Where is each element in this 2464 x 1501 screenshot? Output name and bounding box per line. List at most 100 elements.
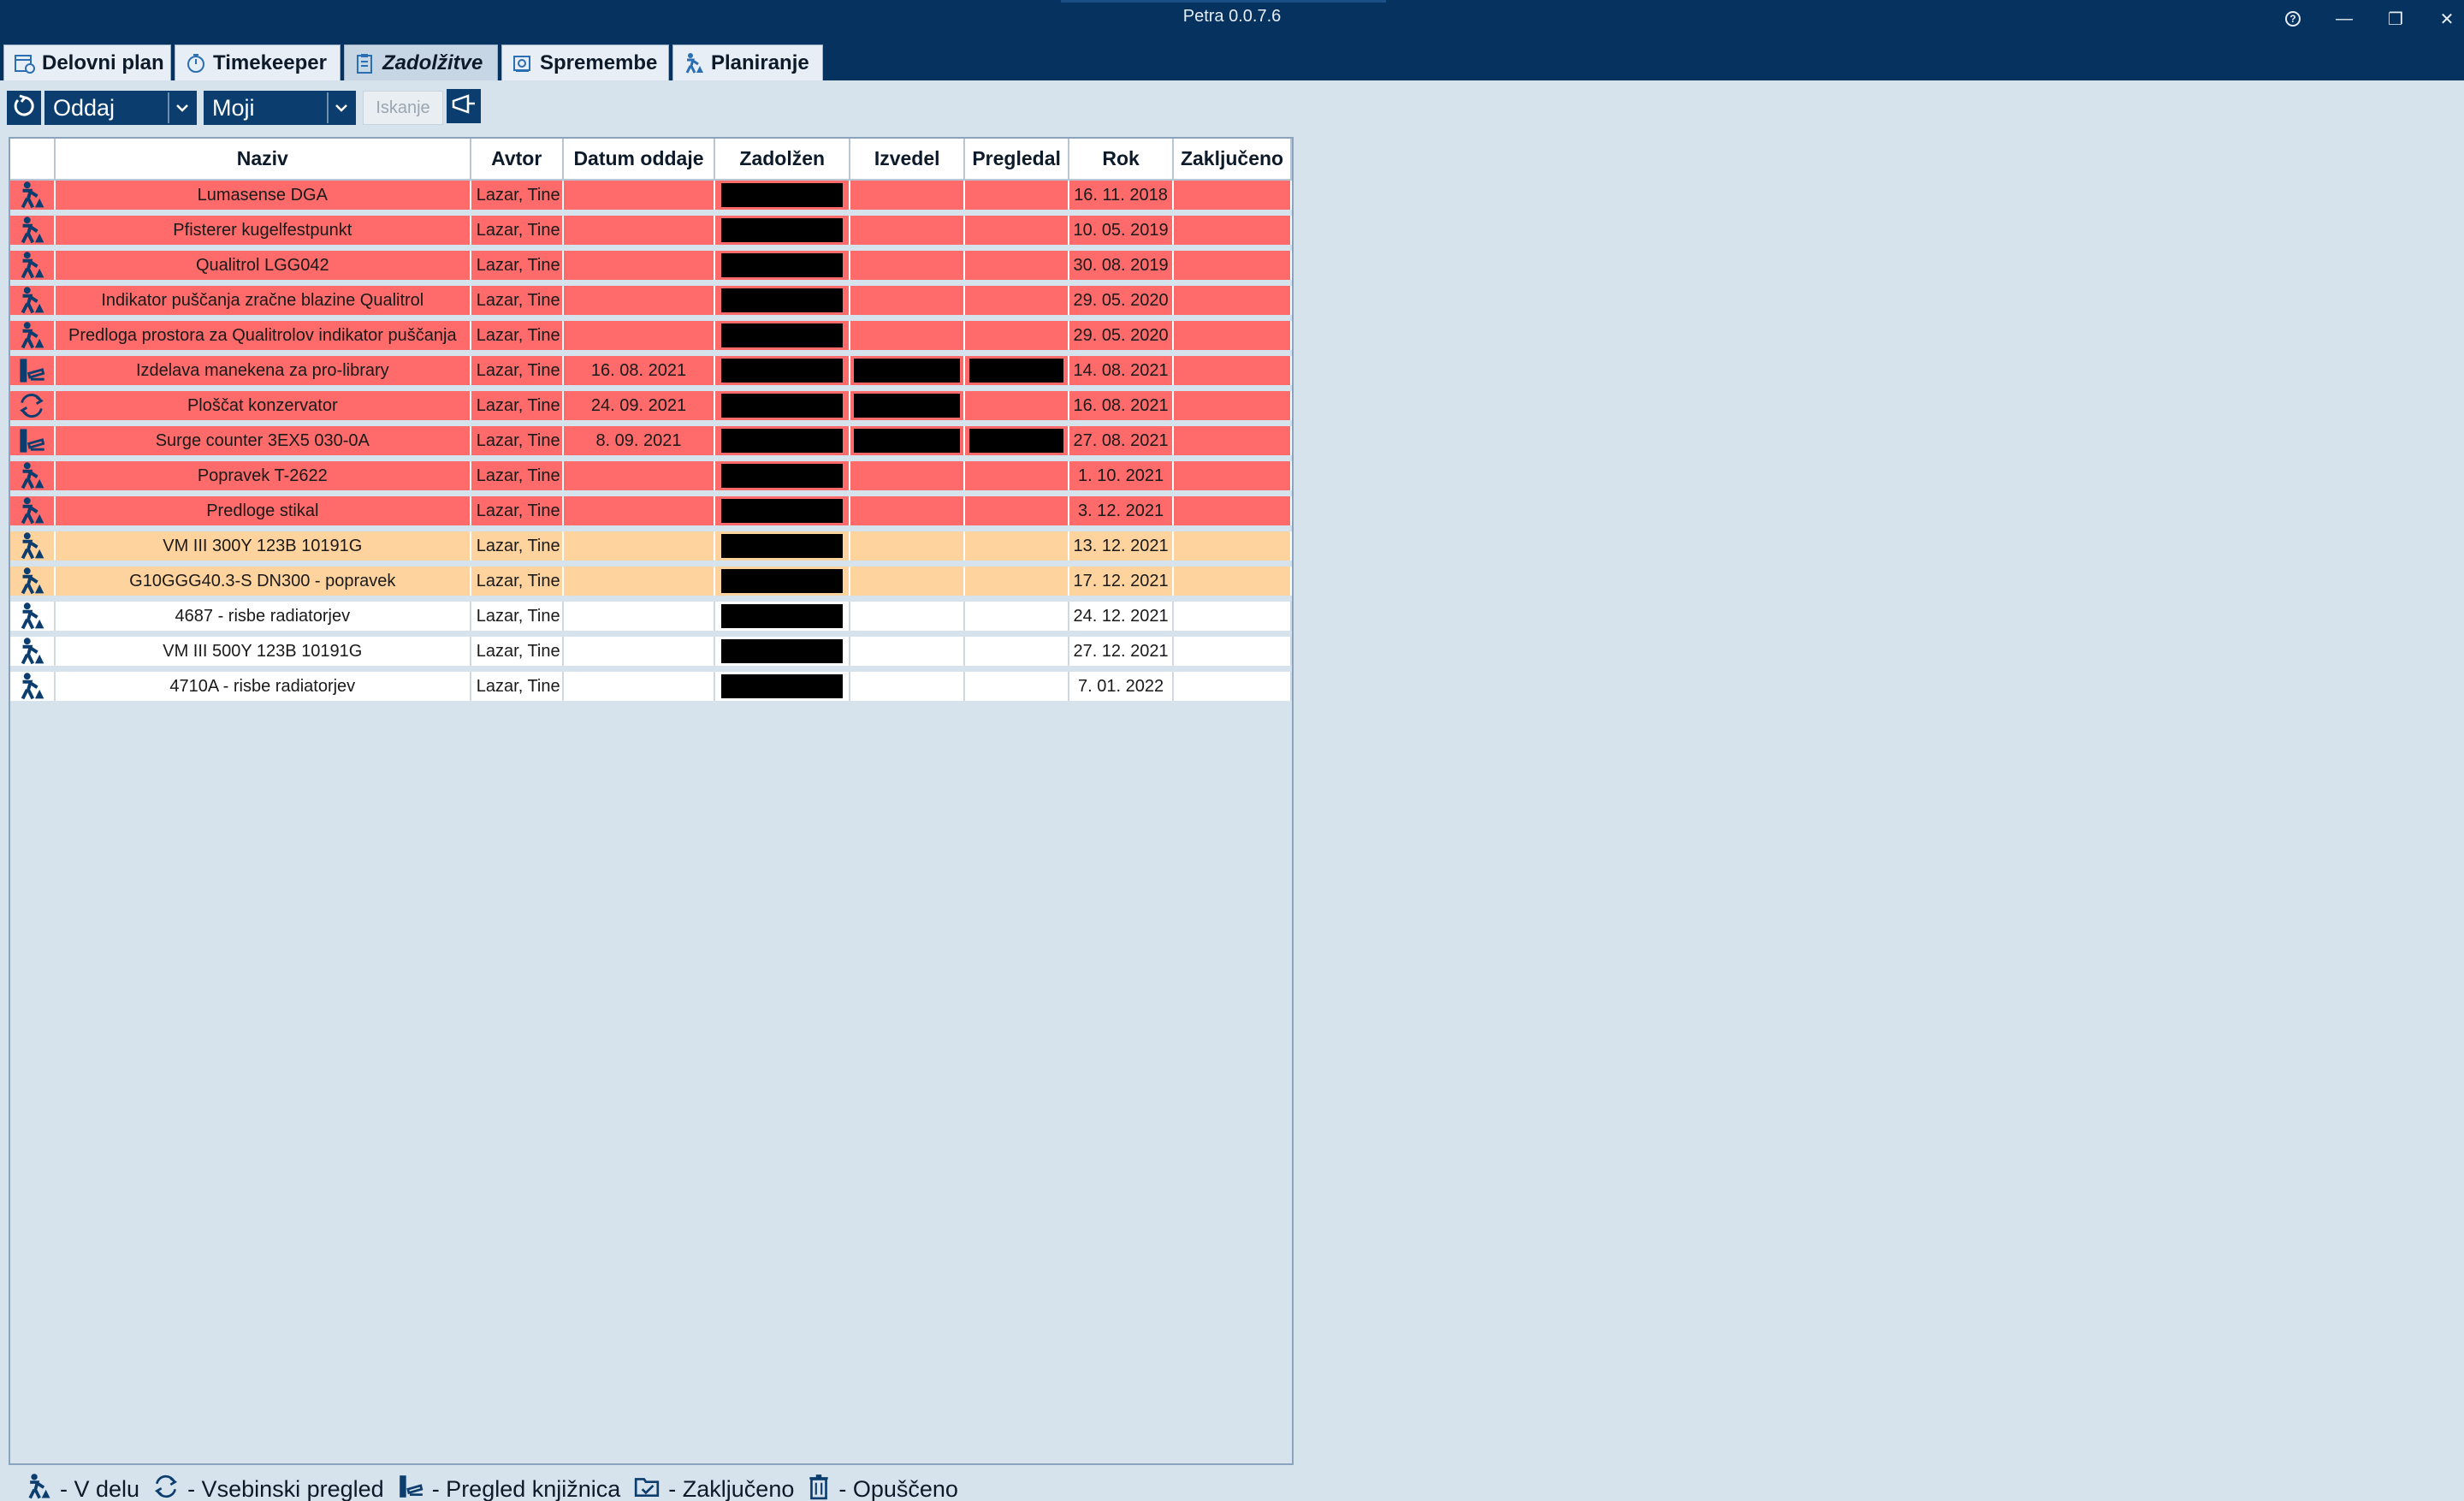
col-naziv[interactable]: Naziv: [54, 139, 471, 181]
avtor-cell[interactable]: Lazar, Tine: [470, 633, 564, 672]
col-izvedel[interactable]: Izvedel: [850, 139, 966, 181]
zadolzen-cell[interactable]: [714, 493, 851, 531]
avtor-cell[interactable]: Lazar, Tine: [470, 388, 564, 426]
pregledal-cell[interactable]: [964, 528, 1070, 567]
datum-oddaje-cell[interactable]: 24. 09. 2021: [562, 388, 716, 426]
zadolzen-cell[interactable]: [714, 212, 851, 251]
pregledal-cell[interactable]: [964, 563, 1070, 602]
status-cell[interactable]: [10, 247, 56, 286]
rok-cell[interactable]: 29. 05. 2020: [1069, 282, 1175, 321]
izvedel-cell[interactable]: [850, 282, 966, 321]
rok-cell[interactable]: 14. 08. 2021: [1069, 353, 1175, 391]
rok-cell[interactable]: 7. 01. 2022: [1069, 668, 1175, 707]
zadolzen-cell[interactable]: [714, 458, 851, 496]
table-row[interactable]: Surge counter 3EX5 030-0A Lazar, Tine 8. 0…: [10, 423, 1292, 461]
zadolzen-cell[interactable]: [714, 423, 851, 461]
tab-timekeeper[interactable]: Timekeeper: [175, 44, 341, 80]
naziv-cell[interactable]: Surge counter 3EX5 030-0A: [54, 423, 471, 461]
datum-oddaje-cell[interactable]: 8. 09. 2021: [562, 423, 716, 461]
izvedel-cell[interactable]: [850, 668, 966, 707]
datum-oddaje-cell[interactable]: [562, 598, 716, 637]
datum-oddaje-cell[interactable]: [562, 247, 716, 286]
tab-planiranje[interactable]: Planiranje: [672, 44, 823, 80]
zakljuceno-cell[interactable]: [1173, 423, 1292, 461]
izvedel-cell[interactable]: [850, 388, 966, 426]
search-input[interactable]: Iskanje: [363, 91, 443, 125]
naziv-cell[interactable]: Ploščat konzervator: [54, 388, 471, 426]
rok-cell[interactable]: 13. 12. 2021: [1069, 528, 1175, 567]
naziv-cell[interactable]: Predloga prostora za Qualitrolov indikat…: [54, 317, 471, 356]
avtor-cell[interactable]: Lazar, Tine: [470, 528, 564, 567]
table-row[interactable]: Qualitrol LGG042 Lazar, Tine 30. 08. 2019: [10, 247, 1292, 286]
status-cell[interactable]: [10, 458, 56, 496]
zakljuceno-cell[interactable]: [1173, 493, 1292, 531]
export-button[interactable]: [447, 89, 481, 123]
table-row[interactable]: 4687 - risbe radiatorjev Lazar, Tine 24. 1…: [10, 598, 1292, 637]
datum-oddaje-cell[interactable]: [562, 282, 716, 321]
datum-oddaje-cell[interactable]: [562, 528, 716, 567]
naziv-cell[interactable]: Lumasense DGA: [54, 180, 471, 216]
izvedel-cell[interactable]: [850, 247, 966, 286]
status-cell[interactable]: [10, 180, 56, 216]
avtor-cell[interactable]: Lazar, Tine: [470, 668, 564, 707]
status-cell[interactable]: [10, 317, 56, 356]
avtor-cell[interactable]: Lazar, Tine: [470, 282, 564, 321]
col-rok[interactable]: Rok: [1069, 139, 1175, 181]
table-row[interactable]: Lumasense DGA Lazar, Tine 16. 11. 2018: [10, 180, 1292, 216]
zakljuceno-cell[interactable]: [1173, 598, 1292, 637]
avtor-cell[interactable]: Lazar, Tine: [470, 317, 564, 356]
table-row[interactable]: 4710A - risbe radiatorjev Lazar, Tine 7. 0…: [10, 668, 1292, 707]
zadolzen-cell[interactable]: [714, 180, 851, 216]
status-cell[interactable]: [10, 598, 56, 637]
close-button[interactable]: ✕: [2430, 5, 2464, 33]
tab-zadolzitve[interactable]: Zadolžitve: [344, 44, 498, 80]
naziv-cell[interactable]: 4687 - risbe radiatorjev: [54, 598, 471, 637]
avtor-cell[interactable]: Lazar, Tine: [470, 212, 564, 251]
table-row[interactable]: VM III 500Y 123B 10191G Lazar, Tine 27. 12…: [10, 633, 1292, 672]
tab-spremembe[interactable]: Spremembe: [501, 44, 669, 80]
pregledal-cell[interactable]: [964, 493, 1070, 531]
avtor-cell[interactable]: Lazar, Tine: [470, 180, 564, 216]
rok-cell[interactable]: 27. 08. 2021: [1069, 423, 1175, 461]
pregledal-cell[interactable]: [964, 598, 1070, 637]
avtor-cell[interactable]: Lazar, Tine: [470, 598, 564, 637]
izvedel-cell[interactable]: [850, 493, 966, 531]
table-row[interactable]: Popravek T-2622 Lazar, Tine 1. 10. 2021: [10, 458, 1292, 496]
rok-cell[interactable]: 3. 12. 2021: [1069, 493, 1175, 531]
zakljuceno-cell[interactable]: [1173, 247, 1292, 286]
zadolzen-cell[interactable]: [714, 353, 851, 391]
naziv-cell[interactable]: VM III 300Y 123B 10191G: [54, 528, 471, 567]
izvedel-cell[interactable]: [850, 212, 966, 251]
pregledal-cell[interactable]: [964, 458, 1070, 496]
table-row[interactable]: Ploščat konzervator Lazar, Tine 24. 09. 20…: [10, 388, 1292, 426]
izvedel-cell[interactable]: [850, 180, 966, 216]
zadolzen-cell[interactable]: [714, 317, 851, 356]
tab-delovni-plan[interactable]: Delovni plan: [3, 44, 171, 80]
zakljuceno-cell[interactable]: [1173, 563, 1292, 602]
status-cell[interactable]: [10, 668, 56, 707]
zakljuceno-cell[interactable]: [1173, 668, 1292, 707]
datum-oddaje-cell[interactable]: [562, 633, 716, 672]
col-avtor[interactable]: Avtor: [470, 139, 564, 181]
status-cell[interactable]: [10, 282, 56, 321]
type-combo[interactable]: Oddaj: [44, 91, 197, 125]
avtor-cell[interactable]: Lazar, Tine: [470, 423, 564, 461]
izvedel-cell[interactable]: [850, 528, 966, 567]
pregledal-cell[interactable]: [964, 180, 1070, 216]
rok-cell[interactable]: 27. 12. 2021: [1069, 633, 1175, 672]
naziv-cell[interactable]: G10GGG40.3-S DN300 - popravek: [54, 563, 471, 602]
rok-cell[interactable]: 24. 12. 2021: [1069, 598, 1175, 637]
zakljuceno-cell[interactable]: [1173, 353, 1292, 391]
pregledal-cell[interactable]: [964, 353, 1070, 391]
col-datum-oddaje[interactable]: Datum oddaje: [562, 139, 716, 181]
rok-cell[interactable]: 17. 12. 2021: [1069, 563, 1175, 602]
rok-cell[interactable]: 29. 05. 2020: [1069, 317, 1175, 356]
zadolzen-cell[interactable]: [714, 388, 851, 426]
avtor-cell[interactable]: Lazar, Tine: [470, 247, 564, 286]
zadolzen-cell[interactable]: [714, 633, 851, 672]
izvedel-cell[interactable]: [850, 423, 966, 461]
zadolzen-cell[interactable]: [714, 668, 851, 707]
naziv-cell[interactable]: Indikator puščanja zračne blazine Qualit…: [54, 282, 471, 321]
col-zakljuceno[interactable]: Zaključeno: [1173, 139, 1292, 181]
zakljuceno-cell[interactable]: [1173, 633, 1292, 672]
